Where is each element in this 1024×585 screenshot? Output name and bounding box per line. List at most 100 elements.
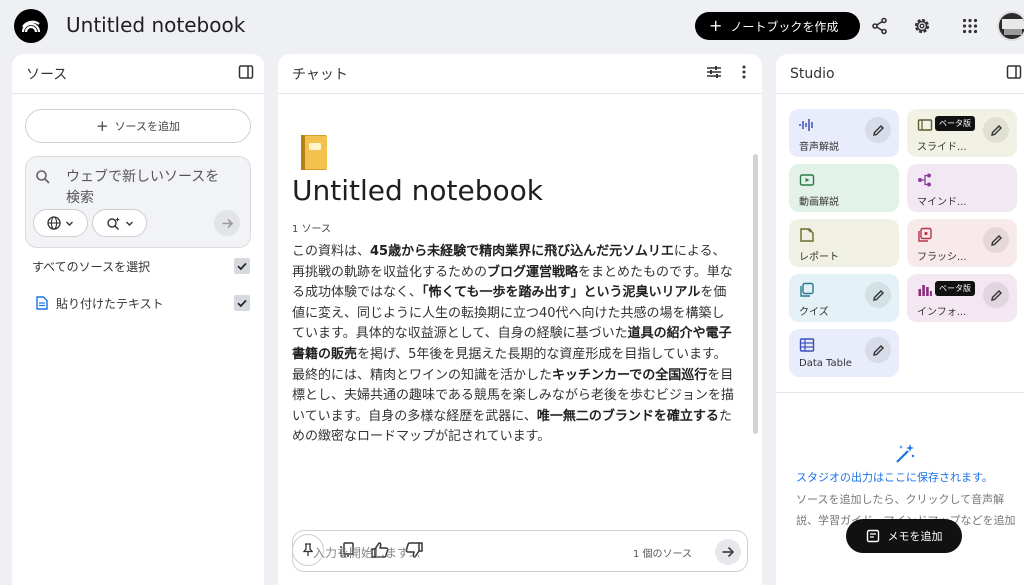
studio-header-icons [1006,64,1022,80]
edit-pencil-icon[interactable] [865,282,891,308]
create-notebook-label: ノートブックを作成 [730,19,839,34]
studio-tile-label: レポート [799,252,839,263]
studio-tile-quiz[interactable]: クイズ [789,274,899,322]
edit-pencil-icon[interactable] [983,282,1009,308]
more-vert-icon[interactable] [736,64,752,80]
select-all-label: すべてのソースを選択 [32,259,151,274]
select-all-sources-row[interactable]: すべてのソースを選択 [26,256,252,276]
studio-saved-title: スタジオの出力はここに保存されます。 [796,471,993,484]
studio-tile-slides[interactable]: スライド... ベータ版 [907,109,1017,157]
source-count: 1 ソース [292,224,332,235]
web-source-search[interactable]: ウェブで新しいソースを検索 [25,156,251,248]
chat-scrollbar[interactable] [753,154,758,434]
collapse-panel-icon[interactable] [1006,64,1022,80]
beta-badge: ベータ版 [935,116,975,131]
notebooklm-logo-icon[interactable] [14,9,48,43]
chat-input-box[interactable]: 入力を開始します... 1 個のソース [292,530,748,572]
studio-panel: Studio 音声解説 スライド... ベータ版動画解説 マインド... レポート フラッ… [776,54,1024,585]
select-all-checkbox[interactable] [234,258,250,274]
studio-tile-label: マインド... [917,197,967,208]
studio-divider [776,392,1024,393]
edit-pencil-icon[interactable] [983,227,1009,253]
beta-badge: ベータ版 [935,281,975,296]
apps-grid-icon[interactable] [958,14,982,38]
search-submit-button[interactable] [214,210,240,236]
add-note-button[interactable]: メモを追加 [846,519,962,553]
account-avatar[interactable] [997,11,1024,41]
sources-title: ソース [26,66,68,83]
search-input[interactable]: ウェブで新しいソースを検索 [66,167,226,209]
source-item[interactable]: 貼り付けたテキスト [26,293,252,313]
sources-header: ソース [12,54,264,94]
studio-tile-label: クイズ [799,307,829,318]
create-notebook-button[interactable]: + ノートブックを作成 [695,12,860,40]
audio-icon [799,117,815,133]
video-icon [799,172,815,188]
web-source-type-dropdown[interactable] [33,209,88,237]
chevron-down-icon [65,219,74,228]
flashcard-icon [917,227,933,243]
share-icon[interactable] [868,14,892,38]
summary-segment: ブログ運営戦略 [487,264,579,280]
summary-segment: 唯一無二のブランドを確立する [536,408,719,424]
studio-tile-label: 音声解説 [799,142,839,153]
chat-source-count: 1 個のソース [633,549,693,560]
studio-tile-table[interactable]: Data Table [789,329,899,377]
notebook-emoji-icon [300,134,330,172]
arrow-right-icon [222,218,233,228]
tune-settings-icon[interactable] [706,64,722,80]
avatar-image-part [1004,29,1022,35]
arrow-right-icon [722,546,735,558]
source-item-checkbox[interactable] [234,295,250,311]
notebook-summary: この資料は、45歳から未経験で精肉業界に飛び込んだ元ソムリエによる、再挑戦の軌跡… [292,242,737,448]
notebook-main-title: Untitled notebook [292,174,543,207]
edit-pencil-icon[interactable] [865,337,891,363]
studio-tile-video[interactable]: 動画解説 [789,164,899,212]
search-icon [35,169,51,185]
summary-segment: キッチンカーでの全国巡行 [552,367,708,383]
summary-segment: 「怖くても一歩を踏み出す」という泥臭いリアル [422,285,701,301]
chat-panel: チャット Untitled notebook 1 ソース この資料は、45歳から… [278,54,762,585]
studio-tile-infographic[interactable]: インフォ... ベータ版 [907,274,1017,322]
text-document-icon [26,296,48,310]
quiz-icon [799,282,815,298]
studio-tile-audio[interactable]: 音声解説 [789,109,899,157]
avatar-image-part [1002,19,1024,29]
chat-scroll-area[interactable]: Untitled notebook 1 ソース この資料は、45歳から未経験で精… [278,94,762,566]
studio-tile-label: Data Table [799,358,852,369]
edit-pencil-icon[interactable] [983,117,1009,143]
infographic-icon [917,282,933,298]
notebook-title[interactable]: Untitled notebook [66,13,245,37]
studio-tile-label: インフォ... [917,307,967,318]
sources-panel: ソース + ソースを追加 ウェブで新しいソースを検索 すべてのソースを選択 貼り… [12,54,264,585]
slides-icon [917,117,933,133]
chat-input[interactable]: 入力を開始します... [313,544,420,561]
studio-tile-mindmap[interactable]: マインド... [907,164,1017,212]
add-source-label: ソースを追加 [114,120,181,133]
studio-tile-label: フラッシ... [917,252,967,263]
send-button[interactable] [715,539,741,565]
report-icon [799,227,815,243]
chevron-down-icon [125,219,134,228]
studio-title: Studio [790,65,835,82]
top-bar: Untitled notebook + ノートブックを作成 [0,0,1024,52]
studio-tile-report[interactable]: レポート [789,219,899,267]
chat-header-icons [706,64,752,80]
collapse-panel-icon[interactable] [238,64,254,80]
studio-tile-flashcard[interactable]: フラッシ... [907,219,1017,267]
studio-tile-label: 動画解説 [799,197,839,208]
settings-gear-icon[interactable] [910,14,934,38]
note-icon [866,529,880,543]
globe-icon [47,216,61,230]
table-icon [799,337,815,353]
edit-pencil-icon[interactable] [865,117,891,143]
magic-wand-icon [893,442,917,466]
research-mode-dropdown[interactable] [92,209,147,237]
plus-icon: + [95,117,109,135]
summary-segment: 45歳から未経験で精肉業界に飛び込んだ元ソムリエ [370,244,674,259]
add-source-button[interactable]: + ソースを追加 [25,109,251,143]
check-icon [237,299,247,308]
check-icon [237,262,247,271]
sparkle-search-icon [106,216,121,231]
studio-header: Studio [776,54,1024,94]
